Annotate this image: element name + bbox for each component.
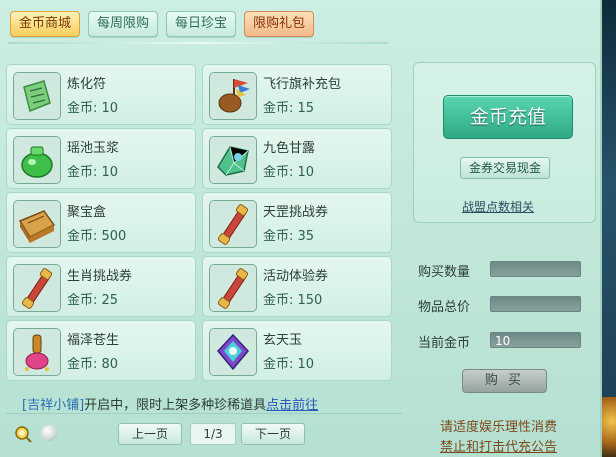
item-price: 金币: 10 — [263, 165, 315, 180]
item-price: 金币: 10 — [263, 357, 315, 372]
tab-divider — [8, 42, 388, 44]
item-price: 金币: 10 — [67, 165, 119, 180]
gourd-bottle-icon — [13, 328, 61, 376]
item-name: 天罡挑战券 — [263, 205, 329, 220]
shop-item[interactable]: 九色甘露 金币: 10 — [202, 128, 392, 189]
prev-page-button[interactable]: 上一页 — [118, 423, 182, 445]
item-name: 活动体验券 — [263, 269, 329, 284]
shop-item[interactable]: 活动体验券 金币: 150 — [202, 256, 392, 317]
item-name: 聚宝盒 — [67, 205, 107, 220]
shop-item[interactable]: 聚宝盒 金币: 500 — [6, 192, 196, 253]
current-gold-field: 10 — [490, 332, 581, 348]
tab-limited-gift-pack[interactable]: 限购礼包 — [244, 11, 315, 37]
recharge-panel: 金币充值 金券交易现金 战盟点数相关 — [413, 62, 596, 223]
notice-text: 开启中，限时上架多种珍稀道具 — [84, 398, 267, 413]
shop-item[interactable]: 瑶池玉浆 金币: 10 — [6, 128, 196, 189]
item-price: 金币: 500 — [67, 229, 127, 244]
item-price: 金币: 35 — [263, 229, 315, 244]
item-name: 玄天玉 — [263, 333, 303, 348]
buy-button[interactable]: 购 买 — [462, 369, 547, 393]
quantity-input[interactable] — [490, 261, 581, 277]
flag-pack-icon — [209, 72, 257, 120]
shop-item[interactable]: 天罡挑战券 金币: 35 — [202, 192, 392, 253]
gold-recharge-button[interactable]: 金币充值 — [443, 95, 573, 139]
next-page-button[interactable]: 下一页 — [241, 423, 305, 445]
shop-item[interactable]: 飞行旗补充包 金币: 15 — [202, 64, 392, 125]
shop-panel: 金币商城 每周限购 每日珍宝 限购礼包 炼化符 金币: 10 飞行旗补充包 金币… — [0, 0, 602, 457]
item-name: 飞行旗补充包 — [263, 77, 342, 92]
background-edge — [602, 0, 616, 457]
notice-shop-name: [吉祥小铺] — [22, 398, 85, 413]
bottom-divider — [6, 413, 402, 414]
anti-proxy-recharge-link[interactable]: 禁止和打击代充公告 — [440, 436, 557, 455]
scroll-icon — [209, 264, 257, 312]
shop-item[interactable]: 炼化符 金币: 10 — [6, 64, 196, 125]
scroll-icon — [13, 264, 61, 312]
talisman-icon — [13, 72, 61, 120]
item-name: 炼化符 — [67, 77, 107, 92]
shop-notice: [吉祥小铺]开启中，限时上架多种珍稀道具点击前往 — [22, 394, 318, 413]
page-indicator: 1/3 — [190, 423, 236, 445]
tab-weekly-limited[interactable]: 每周限购 — [88, 11, 159, 37]
search-icon[interactable] — [14, 425, 32, 443]
total-price-field — [490, 296, 581, 312]
item-price: 金币: 15 — [263, 101, 315, 116]
pearl-icon[interactable] — [41, 425, 57, 441]
quantity-label: 购买数量 — [418, 265, 471, 280]
item-name: 九色甘露 — [263, 141, 316, 156]
purple-jade-icon — [209, 328, 257, 376]
total-price-label: 物品总价 — [418, 300, 471, 315]
dew-crystal-icon — [209, 136, 257, 184]
moderate-play-notice: 请适度娱乐理性消费 — [440, 420, 558, 435]
item-name: 瑶池玉浆 — [67, 141, 120, 156]
jade-jar-icon — [13, 136, 61, 184]
shop-item[interactable]: 福泽苍生 金币: 80 — [6, 320, 196, 381]
shop-item[interactable]: 玄天玉 金币: 10 — [202, 320, 392, 381]
shop-tabs: 金币商城 每周限购 每日珍宝 限购礼包 — [10, 11, 315, 37]
item-price: 金币: 80 — [67, 357, 119, 372]
item-price: 金币: 150 — [263, 293, 323, 308]
current-gold-label: 当前金币 — [418, 336, 471, 351]
item-name: 生肖挑战券 — [67, 269, 133, 284]
shop-item[interactable]: 生肖挑战券 金币: 25 — [6, 256, 196, 317]
corner-ornament-icon — [602, 397, 616, 457]
alliance-points-link[interactable]: 战盟点数相关 — [462, 198, 534, 215]
item-name: 福泽苍生 — [67, 333, 120, 348]
tab-gold-shop[interactable]: 金币商城 — [10, 11, 81, 37]
tab-daily-treasure[interactable]: 每日珍宝 — [166, 11, 237, 37]
treasure-box-icon — [13, 200, 61, 248]
item-grid: 炼化符 金币: 10 飞行旗补充包 金币: 15 瑶池玉浆 金币: 10 九色甘… — [6, 64, 396, 388]
item-price: 金币: 25 — [67, 293, 119, 308]
notice-go-link[interactable]: 点击前往 — [266, 398, 318, 413]
item-price: 金币: 10 — [67, 101, 119, 116]
voucher-exchange-button[interactable]: 金券交易现金 — [460, 157, 550, 179]
scroll-icon — [209, 200, 257, 248]
